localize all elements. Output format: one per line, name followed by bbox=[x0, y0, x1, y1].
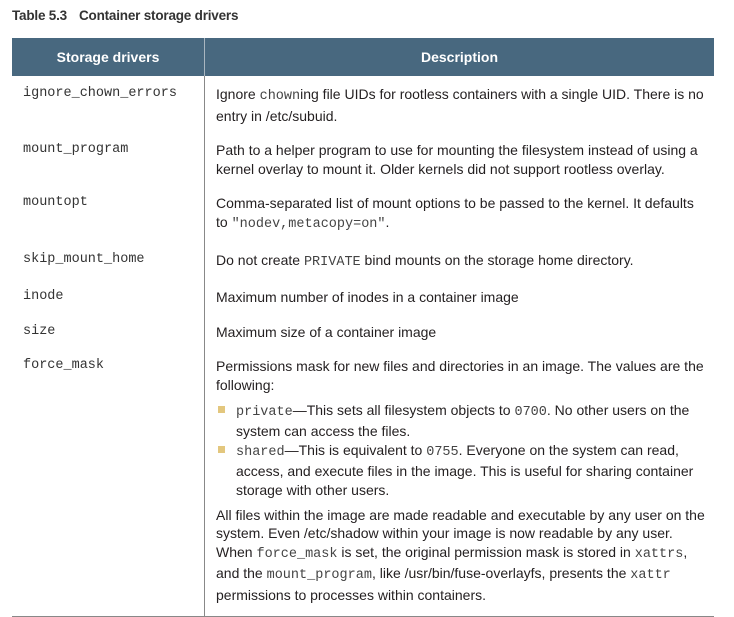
text-segment: Ignore bbox=[216, 86, 260, 102]
driver-description: Ignore chowning file UIDs for rootless c… bbox=[205, 76, 715, 133]
description-paragraph: Path to a helper program to use for moun… bbox=[216, 141, 706, 178]
text-segment: Maximum size of a container image bbox=[216, 323, 437, 340]
description-paragraph: Do not create PRIVATE bind mounts on the… bbox=[216, 251, 706, 273]
column-header-storage-drivers: Storage drivers bbox=[12, 38, 205, 76]
text-segment: —This is equivalent to bbox=[284, 441, 427, 458]
table-row: inode Maximum number of inodes in a conta… bbox=[12, 280, 714, 315]
text-segment: is set, the original permission mask is … bbox=[337, 543, 635, 560]
inline-code: force_mask bbox=[256, 546, 338, 562]
inline-code: mount_program bbox=[266, 568, 372, 584]
table-row: force_mask Permissions mask for new files… bbox=[12, 349, 714, 617]
table-title: Container storage drivers bbox=[78, 8, 239, 23]
table-row: size Maximum size of a container image bbox=[12, 314, 715, 350]
driver-name: mountopt bbox=[12, 186, 205, 243]
table-row: mountopt Comma-separated list of mount op… bbox=[12, 186, 715, 243]
table-row: skip_mount_home Do not create PRIVATE bin… bbox=[12, 242, 715, 281]
description-paragraph: Permissions mask for new files and direc… bbox=[216, 357, 706, 394]
driver-name: mount_program bbox=[12, 133, 205, 187]
driver-description: Maximum size of a container image bbox=[205, 315, 715, 350]
description-paragraph: All files within the image are made read… bbox=[216, 506, 706, 605]
inline-code: shared bbox=[236, 444, 285, 460]
driver-description: Path to a helper program to use for moun… bbox=[205, 133, 715, 186]
description-paragraph: Comma-separated list of mount options to… bbox=[216, 194, 706, 234]
table-row: ignore_chown_errors Ignore chowning file … bbox=[12, 76, 715, 134]
inline-code: "nodev,metacopy=on" bbox=[231, 216, 386, 232]
inline-code: private bbox=[236, 404, 293, 420]
text-segment: Maximum number of inodes in a container … bbox=[216, 289, 519, 306]
table-row: mount_program Path to a helper program to… bbox=[12, 133, 715, 187]
storage-drivers-table: Storage drivers Description ignore_chown… bbox=[12, 38, 714, 617]
text-segment: Path to a helper program to use for moun… bbox=[216, 142, 698, 177]
text-segment: Permissions mask for new files and direc… bbox=[216, 358, 704, 393]
inline-code: PRIVATE bbox=[303, 254, 361, 270]
list-item: private—This sets all filesystem objects… bbox=[216, 401, 706, 441]
description-paragraph: Ignore chowning file UIDs for rootless c… bbox=[216, 85, 706, 125]
driver-name: size bbox=[12, 314, 205, 350]
driver-description: Comma-separated list of mount options to… bbox=[205, 186, 715, 242]
driver-name: force_mask bbox=[12, 349, 205, 617]
value-list: private—This sets all filesystem objects… bbox=[216, 401, 706, 500]
table-caption: Table 5.3 Container storage drivers bbox=[12, 8, 238, 23]
column-header-description: Description bbox=[204, 38, 714, 76]
table-header-row: Storage drivers Description bbox=[12, 38, 714, 76]
list-item: shared—This is equivalent to 0755. Every… bbox=[216, 441, 706, 500]
description-paragraph: Maximum size of a container image bbox=[216, 323, 706, 342]
table-number: Table 5.3 bbox=[12, 8, 67, 23]
driver-description: Permissions mask for new files and direc… bbox=[204, 349, 714, 617]
driver-name: skip_mount_home bbox=[12, 242, 205, 281]
description-paragraph: Maximum number of inodes in a container … bbox=[216, 288, 706, 307]
bullet-icon bbox=[218, 405, 225, 413]
text-segment: . bbox=[385, 213, 390, 230]
text-segment: , like /usr/bin/fuse-overlayfs, presents… bbox=[371, 565, 631, 582]
driver-name: inode bbox=[12, 280, 205, 315]
bullet-icon bbox=[218, 445, 225, 453]
inline-code: 0755 bbox=[426, 444, 459, 460]
text-segment: Do not create bbox=[216, 251, 304, 268]
inline-code: 0700 bbox=[514, 404, 547, 420]
inline-code: xattrs bbox=[634, 546, 684, 562]
driver-description: Do not create PRIVATE bind mounts on the… bbox=[205, 243, 715, 281]
driver-name: ignore_chown_errors bbox=[12, 76, 205, 134]
inline-code: chown bbox=[259, 89, 301, 104]
table-body: ignore_chown_errors Ignore chowning file … bbox=[12, 76, 714, 617]
text-segment: permissions to processes within containe… bbox=[216, 586, 487, 603]
inline-code: xattr bbox=[630, 568, 671, 584]
driver-description: Maximum number of inodes in a container … bbox=[205, 280, 715, 315]
text-segment: —This sets all filesystem objects to bbox=[292, 401, 515, 418]
text-segment: bind mounts on the storage home director… bbox=[360, 251, 634, 268]
